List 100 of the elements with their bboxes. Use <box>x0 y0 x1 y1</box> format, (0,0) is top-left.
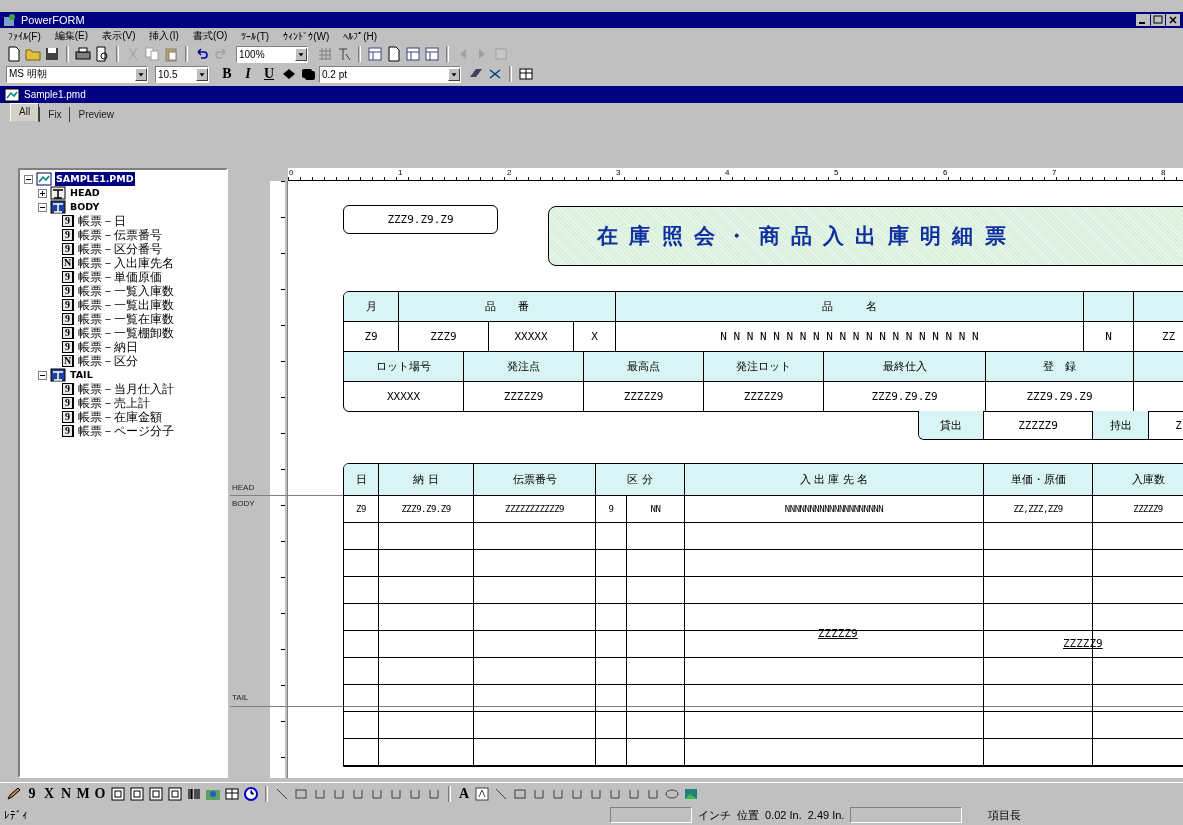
page-icon[interactable] <box>6 46 22 62</box>
tree-item[interactable]: BODY <box>69 200 101 214</box>
field-box-icon[interactable] <box>148 786 164 802</box>
field-cell: ZZZZZZZZZZZ9 <box>474 496 596 522</box>
menu-item[interactable]: 挿入(I) <box>149 29 179 43</box>
table-icon[interactable] <box>518 66 534 82</box>
column-header: 納 日 <box>379 464 474 495</box>
field-cell: ZZZZZ9 <box>464 382 584 411</box>
tab[interactable]: All <box>10 103 40 122</box>
column-header: 品 番 <box>399 292 616 321</box>
menu-item[interactable]: 編集(E) <box>54 29 89 43</box>
tree-item[interactable]: 帳票－売上計 <box>77 396 151 410</box>
tree-item[interactable]: 帳票－区分番号 <box>77 242 163 256</box>
text-tool-button[interactable]: A <box>457 786 471 802</box>
tree-item[interactable]: 帳票－日 <box>77 214 127 228</box>
tree-item[interactable]: SAMPLE1.PMD <box>55 172 135 186</box>
line-icon[interactable] <box>493 786 509 802</box>
italic-button[interactable]: I <box>239 66 257 82</box>
field-tool-button[interactable]: X <box>42 786 56 802</box>
menu-item[interactable]: 書式(O) <box>192 29 228 43</box>
field-cell: ZZZZZ9 <box>1093 496 1183 522</box>
column-header: 区 分 <box>596 464 685 495</box>
menu-item[interactable]: ｳｨﾝﾄﾞｳ(W) <box>283 30 330 42</box>
menu-item[interactable]: 表示(V) <box>102 29 136 43</box>
field-type-icon: 9 <box>62 383 74 395</box>
font-size-combo[interactable]: 10.5 <box>155 65 209 83</box>
layout-icon[interactable] <box>424 46 440 62</box>
field-type-icon: 9 <box>62 229 74 241</box>
ruler-number: 6 <box>942 168 949 179</box>
tree-item[interactable]: 帳票－一覧在庫数 <box>77 312 175 326</box>
layout-icon[interactable] <box>367 46 383 62</box>
collapse-toggle[interactable] <box>38 202 47 212</box>
collapse-toggle[interactable] <box>24 174 33 184</box>
field-type-icon: 9 <box>62 397 74 409</box>
tree-item[interactable]: TAIL <box>69 368 94 382</box>
picture-icon[interactable] <box>683 786 699 802</box>
tree-item[interactable]: 帳票－一覧入庫数 <box>77 284 175 298</box>
font-combo[interactable]: MS 明朝 <box>6 65 148 83</box>
field-tool-button[interactable]: 9 <box>25 786 39 802</box>
tree-item[interactable]: 帳票－当月仕入計 <box>77 382 175 396</box>
tree-item[interactable]: 帳票－入出庫先名 <box>77 256 175 270</box>
tree-item[interactable]: 帳票－区分 <box>77 354 139 368</box>
document-icon <box>4 87 20 102</box>
tree-item[interactable]: 帳票－一覧棚卸数 <box>77 326 175 340</box>
layout-icon[interactable] <box>405 46 421 62</box>
form-title[interactable]: 在 庫 照 会 ・ 商 品 入 出 庫 明 細 票 <box>548 206 1183 266</box>
field-box-icon[interactable] <box>129 786 145 802</box>
field-box-icon[interactable] <box>167 786 183 802</box>
ellipse-icon[interactable] <box>664 786 680 802</box>
field-cell: Z9 <box>344 496 379 522</box>
column-header: 入 出 庫 先 名 <box>685 464 984 495</box>
field-type-icon: N <box>62 355 74 367</box>
position-label: 位置 <box>737 807 759 823</box>
tree-item[interactable]: 帳票－一覧出庫数 <box>77 298 175 312</box>
collapse-toggle[interactable] <box>38 370 47 380</box>
tree-item[interactable]: HEAD <box>69 186 101 200</box>
column-header: 登 録 <box>986 352 1134 381</box>
field-type-icon: 9 <box>62 243 74 255</box>
underline-button[interactable]: U <box>260 66 278 82</box>
field-tool-button[interactable]: O <box>93 786 107 802</box>
menu-item[interactable]: ﾂｰﾙ(T) <box>241 30 270 42</box>
tree-item[interactable]: 帳票－ページ分子 <box>77 424 175 438</box>
printer-icon[interactable] <box>75 46 91 62</box>
column-header: 入庫数 <box>1093 464 1183 495</box>
preview-icon[interactable] <box>94 46 110 62</box>
tree-item[interactable]: 帳票－単価原価 <box>77 270 163 284</box>
fill-icon[interactable] <box>281 66 297 82</box>
undo-icon[interactable] <box>194 46 210 62</box>
expand-toggle[interactable] <box>38 188 47 198</box>
line-icon[interactable] <box>274 786 290 802</box>
zoom-combo[interactable]: 100% <box>236 45 308 63</box>
field-tool-button[interactable]: M <box>76 786 90 802</box>
tab[interactable]: Fix <box>39 107 70 122</box>
menu-item[interactable]: ﾌｧｲﾙ(F) <box>8 30 41 42</box>
bold-button[interactable]: B <box>218 66 236 82</box>
band-icon <box>50 200 66 214</box>
tab[interactable]: Preview <box>69 107 123 122</box>
textbox-icon[interactable] <box>474 786 490 802</box>
shadow-icon[interactable] <box>300 66 316 82</box>
close-icon[interactable] <box>1166 14 1180 26</box>
ruler-number: 4 <box>724 168 731 179</box>
tree-item[interactable]: 帳票－伝票番号 <box>77 228 163 242</box>
minimize-icon[interactable] <box>1136 14 1150 26</box>
tree-item[interactable]: 帳票－在庫金額 <box>77 410 163 424</box>
line-width-combo[interactable]: 0.2 pt <box>319 65 461 83</box>
menu-item[interactable]: ﾍﾙﾌﾟ(H) <box>343 30 378 42</box>
ruler-number: 3 <box>615 168 622 179</box>
page-icon[interactable] <box>386 46 402 62</box>
pencil-icon[interactable] <box>6 786 22 802</box>
tree-item[interactable]: 帳票－納日 <box>77 340 139 354</box>
maximize-icon[interactable] <box>1151 14 1165 26</box>
clock-icon[interactable] <box>243 786 259 802</box>
date-field[interactable]: ZZZ9.Z9.Z9 <box>343 205 498 234</box>
field-tool-button[interactable]: N <box>59 786 73 802</box>
band-icon <box>50 368 66 382</box>
table-icon[interactable] <box>224 786 240 802</box>
field-box-icon[interactable] <box>110 786 126 802</box>
field-type-icon: 9 <box>62 411 74 423</box>
status-text: ﾚﾃﾞｨ <box>4 809 29 821</box>
paste-icon[interactable] <box>163 46 179 62</box>
